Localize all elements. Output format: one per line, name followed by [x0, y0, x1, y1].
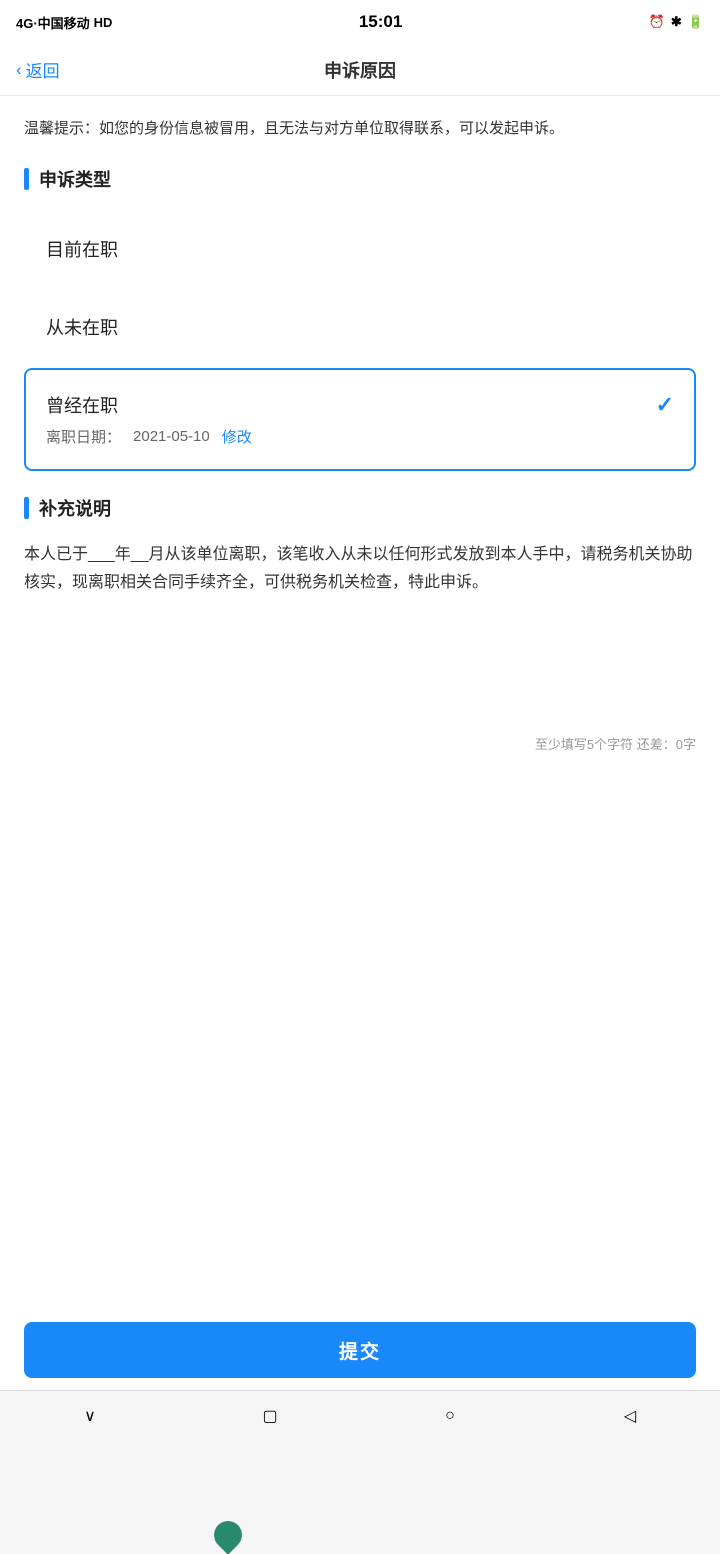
signal-text: 4G·中国移动: [16, 13, 90, 32]
back-arrow-icon: ◁: [624, 1406, 636, 1426]
submit-button[interactable]: 提交: [24, 1322, 696, 1378]
nav-down-button[interactable]: ∨: [70, 1396, 110, 1436]
option-currently-employed-inner: 目前在职: [46, 236, 674, 262]
notice-section: 温馨提示：如您的身份信息被冒用，且无法与对方单位取得联系，可以发起申诉。: [24, 116, 696, 142]
supplement-textarea[interactable]: [24, 541, 696, 721]
status-time: 15:01: [359, 12, 402, 32]
supplement-section: 补充说明 至少填写5个字符 还差：0字: [24, 495, 696, 753]
bluetooth-icon: ✱: [671, 14, 682, 30]
modify-date-link[interactable]: 修改: [222, 426, 252, 447]
page-content: 温馨提示：如您的身份信息被冒用，且无法与对方单位取得联系，可以发起申诉。 申诉类…: [0, 96, 720, 1310]
option-currently-employed-label: 目前在职: [46, 236, 118, 262]
option-list: 目前在职 从未在职 曾经在职 ✓ 离职日期： 2021-05-10 修改: [24, 212, 696, 475]
resign-date-label: 离职日期：: [46, 426, 121, 447]
section-type-title: 申诉类型: [24, 166, 696, 192]
resign-date-value: 2021-05-10: [133, 428, 210, 445]
section-supplement-title: 补充说明: [24, 495, 696, 521]
page-title: 申诉原因: [324, 57, 396, 83]
bottom-nav: ∨ ▢ ○ ◁: [0, 1390, 720, 1440]
section-supplement-label: 补充说明: [39, 495, 111, 521]
option-never-employed-inner: 从未在职: [46, 314, 674, 340]
chevron-left-icon: ‹: [16, 60, 22, 80]
section-supplement-bar-icon: [24, 497, 29, 519]
circle-icon: ○: [445, 1407, 455, 1425]
check-icon: ✓: [656, 392, 674, 418]
notice-prefix: 温馨提示：: [24, 120, 99, 137]
hd-badge: HD: [94, 15, 113, 30]
option-formerly-employed-inner: 曾经在职 ✓: [46, 392, 674, 418]
option-formerly-employed-subinfo: 离职日期： 2021-05-10 修改: [46, 426, 674, 447]
section-bar-icon: [24, 168, 29, 190]
word-count-hint: 至少填写5个字符 还差：0字: [24, 734, 696, 753]
battery-icon: 🔋: [688, 14, 704, 30]
option-never-employed[interactable]: 从未在职: [24, 290, 696, 364]
back-label: 返回: [26, 57, 60, 82]
nav-back-button[interactable]: ◁: [610, 1396, 650, 1436]
chevron-down-icon: ∨: [84, 1406, 96, 1426]
status-left: 4G·中国移动 HD: [16, 13, 112, 32]
nav-home-button[interactable]: ○: [430, 1396, 470, 1436]
status-icons: ⏰ ✱ 🔋: [649, 14, 704, 30]
text-cursor: [208, 1515, 248, 1554]
nav-square-button[interactable]: ▢: [250, 1396, 290, 1436]
nav-bar: ‹ 返回 申诉原因: [0, 44, 720, 96]
square-icon: ▢: [262, 1406, 277, 1426]
alarm-icon: ⏰: [649, 14, 665, 30]
section-type-label: 申诉类型: [39, 166, 111, 192]
notice-body: 如您的身份信息被冒用，且无法与对方单位取得联系，可以发起申诉。: [99, 120, 564, 137]
submit-area: 提交: [0, 1310, 720, 1390]
textarea-wrapper: 至少填写5个字符 还差：0字: [24, 541, 696, 753]
back-button[interactable]: ‹ 返回: [16, 57, 60, 82]
option-formerly-employed[interactable]: 曾经在职 ✓ 离职日期： 2021-05-10 修改: [24, 368, 696, 471]
option-never-employed-label: 从未在职: [46, 314, 118, 340]
status-bar: 4G·中国移动 HD 15:01 ⏰ ✱ 🔋: [0, 0, 720, 44]
option-currently-employed[interactable]: 目前在职: [24, 212, 696, 286]
option-formerly-employed-label: 曾经在职: [46, 392, 118, 418]
